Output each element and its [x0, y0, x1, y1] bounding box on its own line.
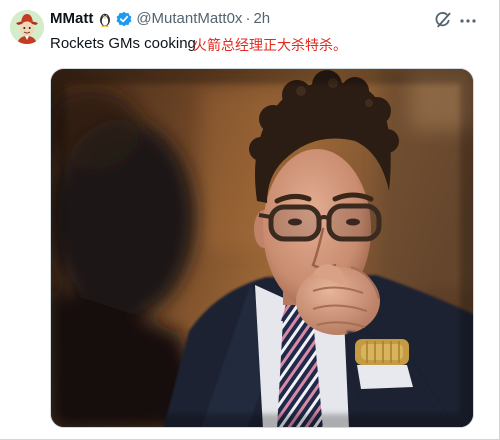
photo-image [51, 69, 473, 427]
author-handle[interactable]: @MutantMatt0x [136, 9, 242, 29]
verified-badge-icon[interactable] [116, 11, 132, 27]
post-translation: 火箭总经理正大杀特杀。 [193, 37, 347, 53]
author-name[interactable]: MMatt [50, 9, 93, 29]
post-text: Rockets GMs cooking [50, 35, 196, 52]
separator: · [245, 10, 251, 27]
post-photo[interactable] [50, 68, 474, 428]
post-time[interactable]: 2h [253, 9, 270, 29]
grok-icon[interactable] [434, 11, 452, 29]
post-header: MMatt @MutantMatt0x · 2h [50, 9, 270, 29]
avatar[interactable] [10, 10, 44, 44]
penguin-icon [97, 11, 113, 27]
more-icon[interactable] [459, 12, 477, 30]
tweet: MMatt @MutantMatt0x · 2h Rockets GMs coo… [0, 0, 500, 440]
avatar-image [10, 10, 44, 44]
